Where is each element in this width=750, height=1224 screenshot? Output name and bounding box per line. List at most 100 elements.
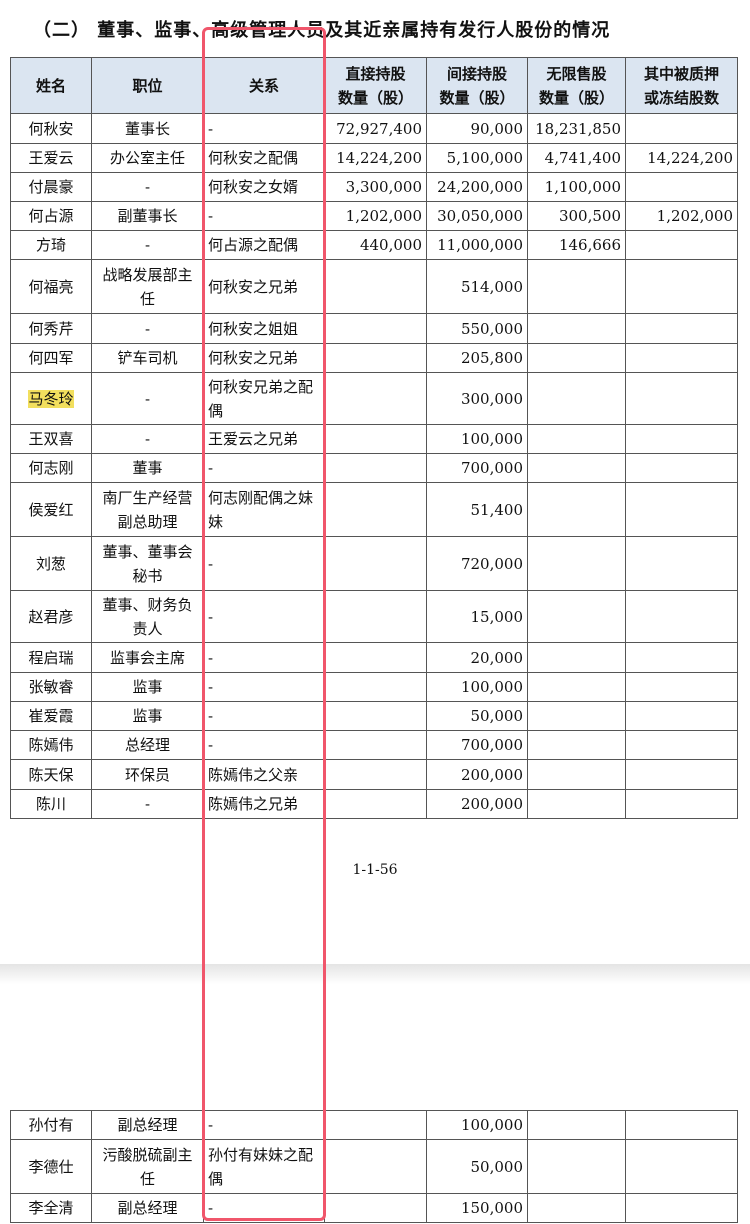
cell-unrestricted: 300,500 <box>527 201 626 231</box>
cell-position: - <box>91 372 204 425</box>
table-header-row: 姓名 职位 关系 直接持股 数量（股） 间接持股 数量（股） 无限售股 数量（股… <box>10 57 738 114</box>
cell-indirect: 11,000,000 <box>426 230 528 260</box>
table-row: 陈天保 环保员 陈嫣伟之父亲 200,000 <box>10 759 738 790</box>
table-row: 刘葱 董事、董事会秘书 - 720,000 <box>10 536 738 591</box>
cell-direct: 14,224,200 <box>324 143 427 173</box>
cell-name: 李全清 <box>10 1193 92 1223</box>
cell-indirect: 5,100,000 <box>426 143 528 173</box>
cell-unrestricted <box>527 672 626 702</box>
header-position: 职位 <box>91 57 204 114</box>
cell-name: 崔爱霞 <box>10 701 92 731</box>
page-number: 1-1-56 <box>352 862 398 878</box>
table-row: 陈嫣伟 总经理 - 700,000 <box>10 730 738 760</box>
cell-position: 副总经理 <box>91 1193 204 1223</box>
cell-position: 董事 <box>91 453 204 483</box>
cell-unrestricted: 4,741,400 <box>527 143 626 173</box>
cell-name: 赵君彦 <box>10 590 92 643</box>
cell-indirect: 550,000 <box>426 313 528 344</box>
cell-pledged <box>625 590 738 643</box>
cell-pledged: 1,202,000 <box>625 201 738 231</box>
cell-relation: - <box>203 1193 325 1223</box>
cell-indirect: 20,000 <box>426 642 528 673</box>
cell-position: 监事 <box>91 701 204 731</box>
cell-relation: 何秋安兄弟之配偶 <box>203 372 325 425</box>
cell-unrestricted <box>527 1110 626 1140</box>
cell-position: 董事长 <box>91 113 204 144</box>
cell-pledged <box>625 1110 738 1140</box>
cell-position: 污酸脱硫副主任 <box>91 1139 204 1194</box>
cell-pledged <box>625 789 738 819</box>
cell-relation: - <box>203 201 325 231</box>
cell-relation: 何志刚配偶之妹妹 <box>203 482 325 537</box>
table-row: 崔爱霞 监事 - 50,000 <box>10 701 738 731</box>
cell-position: 南厂生产经营副总助理 <box>91 482 204 537</box>
cell-direct <box>324 590 427 643</box>
cell-unrestricted <box>527 1193 626 1223</box>
cell-direct <box>324 372 427 425</box>
cell-position: 铲车司机 <box>91 343 204 373</box>
cell-relation: 何占源之配偶 <box>203 230 325 260</box>
cell-relation: 何秋安之姐姐 <box>203 313 325 344</box>
cell-name: 刘葱 <box>10 536 92 591</box>
cell-unrestricted: 1,100,000 <box>527 172 626 202</box>
cell-name: 方琦 <box>10 230 92 260</box>
cell-direct <box>324 730 427 760</box>
cell-indirect: 200,000 <box>426 759 528 790</box>
cell-indirect: 50,000 <box>426 701 528 731</box>
cell-relation: 何秋安之配偶 <box>203 143 325 173</box>
cell-pledged <box>625 343 738 373</box>
table-row: 何四军 铲车司机 何秋安之兄弟 205,800 <box>10 343 738 373</box>
cell-pledged <box>625 113 738 144</box>
cell-direct: 3,300,000 <box>324 172 427 202</box>
cell-indirect: 300,000 <box>426 372 528 425</box>
cell-unrestricted <box>527 343 626 373</box>
cell-name: 孙付有 <box>10 1110 92 1140</box>
cell-name: 程启瑞 <box>10 642 92 673</box>
header-name: 姓名 <box>10 57 92 114</box>
cell-unrestricted <box>527 730 626 760</box>
cell-direct <box>324 789 427 819</box>
table-row: 王爱云 办公室主任 何秋安之配偶 14,224,200 5,100,000 4,741,4… <box>10 143 738 173</box>
cell-name: 何占源 <box>10 201 92 231</box>
cell-relation: - <box>203 701 325 731</box>
table-row: 侯爱红 南厂生产经营副总助理 何志刚配偶之妹妹 51,400 <box>10 482 738 537</box>
cell-unrestricted <box>527 642 626 673</box>
cell-name: 陈川 <box>10 789 92 819</box>
cell-indirect: 200,000 <box>426 789 528 819</box>
cell-position: 监事 <box>91 672 204 702</box>
table-row: 何秋安 董事长 -72,927,400 90,000 18,231,850 <box>10 113 738 144</box>
cell-unrestricted <box>527 759 626 790</box>
shareholding-table-continued: 孙付有 副总经理 -100,000 李德仕 污酸脱硫副主任 孙付有妹妹之配偶 50,000 李… <box>10 1110 738 1223</box>
cell-direct <box>324 424 427 454</box>
table-row: 赵君彦 董事、财务负责人 - 15,000 <box>10 590 738 643</box>
cell-pledged <box>625 172 738 202</box>
cell-direct <box>324 482 427 537</box>
cell-indirect: 720,000 <box>426 536 528 591</box>
cell-position: - <box>91 230 204 260</box>
cell-direct <box>324 1139 427 1194</box>
table-row: 付晨豪 - 何秋安之女婿 3,300,000 24,200,000 1,100,000 <box>10 172 738 202</box>
table-row: 李全清 副总经理 - 150,000 <box>10 1193 738 1223</box>
table-row: 何占源 副董事长 -1,202,000 30,050,000 300,500 1,202,… <box>10 201 738 231</box>
table-row: 何志刚 董事 - 700,000 <box>10 453 738 483</box>
cell-relation: 王爱云之兄弟 <box>203 424 325 454</box>
cell-position: 监事会主席 <box>91 642 204 673</box>
cell-relation: 何秋安之兄弟 <box>203 343 325 373</box>
cell-unrestricted <box>527 424 626 454</box>
page-break <box>0 964 750 984</box>
cell-pledged <box>625 701 738 731</box>
cell-indirect: 90,000 <box>426 113 528 144</box>
cell-direct <box>324 453 427 483</box>
cell-pledged <box>625 259 738 314</box>
cell-position: - <box>91 313 204 344</box>
cell-name: 何秋安 <box>10 113 92 144</box>
section-heading: （二） 董事、监事、高级管理人员及其近亲属持有发行人股份的情况 <box>33 20 611 41</box>
cell-position: 总经理 <box>91 730 204 760</box>
cell-indirect: 150,000 <box>426 1193 528 1223</box>
cell-unrestricted <box>527 590 626 643</box>
cell-direct <box>324 536 427 591</box>
cell-direct <box>324 759 427 790</box>
cell-name: 王爱云 <box>10 143 92 173</box>
cell-name: 付晨豪 <box>10 172 92 202</box>
cell-unrestricted <box>527 701 626 731</box>
